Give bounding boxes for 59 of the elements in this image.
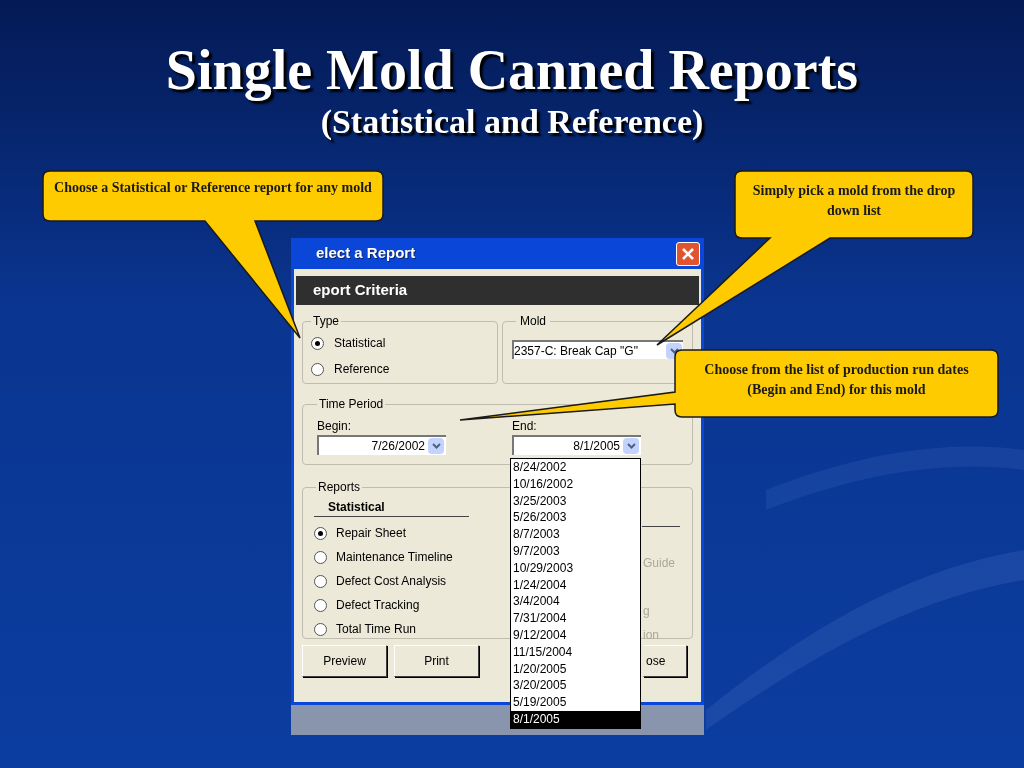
option-label: g bbox=[643, 603, 651, 620]
field-label: Begin: bbox=[317, 419, 352, 433]
list-item[interactable]: 7/31/2004 bbox=[511, 610, 640, 627]
list-item[interactable]: 8/1/2005 bbox=[511, 710, 640, 728]
radio-button[interactable] bbox=[314, 598, 327, 612]
dialog-button[interactable]: Preview bbox=[302, 645, 387, 677]
slide-title: Single Mold Canned Reports bbox=[165, 38, 859, 102]
radio-label: Repair Sheet bbox=[336, 525, 407, 542]
list-item[interactable]: 1/24/2004 bbox=[511, 576, 640, 594]
chevron-down-icon bbox=[431, 443, 441, 449]
window-title: elect a Report bbox=[316, 243, 416, 264]
radio-button[interactable] bbox=[314, 550, 327, 564]
list-item[interactable]: 10/16/2002 bbox=[511, 475, 640, 493]
list-item[interactable]: 3/25/2003 bbox=[511, 492, 640, 510]
column-heading: Statistical bbox=[328, 500, 385, 514]
group-label: Time Period bbox=[318, 396, 385, 413]
callout-text: Choose from the list of production run dates (Begin and End) for this mold bbox=[704, 362, 969, 397]
group-label: Mold bbox=[519, 313, 547, 330]
group-label: Reports bbox=[317, 479, 362, 496]
field-label: End: bbox=[512, 419, 537, 433]
chevron-down-icon bbox=[669, 347, 679, 354]
dialog-button[interactable]: ose bbox=[643, 645, 687, 677]
date-dropdown[interactable]: 7/26/2002 bbox=[317, 435, 446, 455]
date-list[interactable]: 8/24/2002 10/16/2002 3/25/2003 5/26/2003 8/7/2003 9/7/2003 10/29/2003 1/24/2004 3/4/2004 7/31/2004 9/12/2004 11/15/2004 1/20/2005 3/20/2005 5/19/2005 8/1/2005 bbox=[510, 458, 641, 729]
group-label: Type bbox=[312, 313, 340, 330]
slide-subtitle: (Statistical and Reference) bbox=[320, 102, 704, 142]
chevron-down-icon bbox=[626, 443, 636, 449]
radio-label: Total Time Run bbox=[336, 621, 417, 638]
list-item[interactable]: 1/20/2005 bbox=[511, 660, 640, 678]
list-item[interactable]: 9/7/2003 bbox=[511, 543, 640, 560]
radio-button[interactable] bbox=[314, 622, 327, 636]
radio-button[interactable] bbox=[314, 526, 327, 540]
option-label: ion bbox=[643, 627, 660, 644]
close-button[interactable] bbox=[676, 241, 700, 266]
radio-label: Reference bbox=[334, 361, 390, 378]
list-item[interactable]: 8/24/2002 bbox=[511, 459, 640, 476]
section-header: eport Criteria bbox=[296, 276, 699, 305]
list-item[interactable]: 3/20/2005 bbox=[511, 677, 640, 695]
radio-label: Defect Cost Analysis bbox=[336, 573, 447, 590]
callout-text: Choose a Statistical or Reference report for any mold bbox=[54, 180, 372, 195]
list-item[interactable]: 9/12/2004 bbox=[511, 626, 640, 644]
list-item[interactable]: 5/26/2003 bbox=[511, 509, 640, 527]
mold-dropdown[interactable]: 2357-C: Break Cap "G" bbox=[512, 340, 683, 359]
radio-button[interactable] bbox=[314, 574, 327, 588]
list-item[interactable]: 10/29/2003 bbox=[511, 559, 640, 577]
radio-button[interactable] bbox=[311, 336, 324, 350]
list-item[interactable]: 3/4/2004 bbox=[511, 593, 640, 611]
list-item[interactable]: 5/19/2005 bbox=[511, 694, 640, 711]
option-label: Guide bbox=[643, 555, 676, 572]
close-icon bbox=[682, 247, 694, 260]
date-dropdown[interactable]: 8/1/2005 bbox=[512, 435, 641, 455]
radio-label: Maintenance Timeline bbox=[336, 549, 453, 566]
radio-label: Statistical bbox=[334, 335, 386, 352]
list-item[interactable]: 8/7/2003 bbox=[511, 526, 640, 543]
list-item[interactable]: 11/15/2004 bbox=[511, 643, 640, 661]
callout-text: Simply pick a mold from the drop down list bbox=[752, 183, 956, 218]
radio-button[interactable] bbox=[311, 362, 324, 376]
dialog-button[interactable]: Print bbox=[394, 645, 479, 677]
radio-label: Defect Tracking bbox=[336, 597, 420, 614]
